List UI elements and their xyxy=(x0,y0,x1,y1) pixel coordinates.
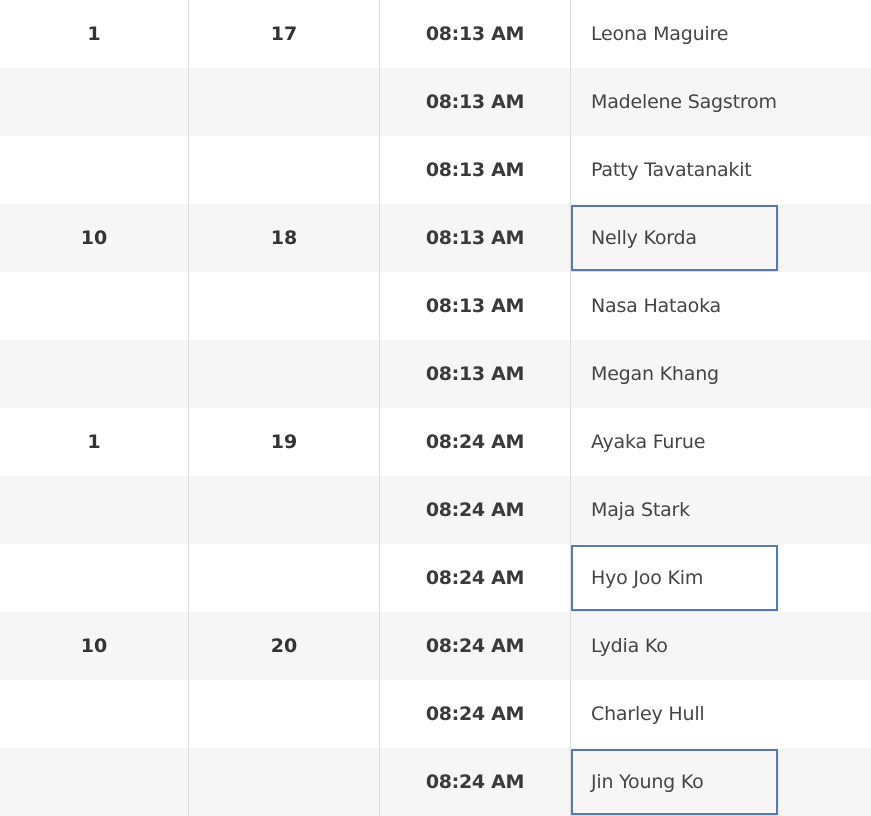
table-row: 08:13 AM Patty Tavatanakit xyxy=(0,136,871,204)
table-row: 08:13 AM Madelene Sagstrom xyxy=(0,68,871,136)
tee-cell xyxy=(0,272,188,340)
player-name[interactable]: Patty Tavatanakit xyxy=(591,159,752,181)
tee-time-cell: 08:13 AM xyxy=(425,227,525,249)
tee-time-cell: 08:13 AM xyxy=(425,159,525,181)
player-name[interactable]: Charley Hull xyxy=(591,703,705,725)
tee-time-cell: 08:13 AM xyxy=(425,295,525,317)
player-name[interactable]: Nasa Hataoka xyxy=(591,295,721,317)
tee-time-cell: 08:13 AM xyxy=(425,23,525,45)
player-name[interactable]: Hyo Joo Kim xyxy=(591,567,703,589)
player-cell[interactable]: Charley Hull xyxy=(571,680,871,748)
table-row: 08:13 AM Megan Khang xyxy=(0,340,871,408)
group-cell xyxy=(189,272,379,340)
tee-time-cell: 08:13 AM xyxy=(425,91,525,113)
player-cell[interactable]: Leona Maguire xyxy=(571,0,871,68)
tee-time-cell: 08:24 AM xyxy=(425,635,525,657)
player-name[interactable]: Leona Maguire xyxy=(591,23,728,45)
tee-cell: 1 xyxy=(87,23,101,45)
player-cell[interactable]: Lydia Ko xyxy=(571,612,871,680)
group-cell xyxy=(189,544,379,612)
group-cell: 17 xyxy=(270,23,298,45)
group-cell xyxy=(189,136,379,204)
player-cell[interactable]: Nasa Hataoka xyxy=(571,272,871,340)
player-cell[interactable]: Maja Stark xyxy=(571,476,871,544)
group-cell xyxy=(189,748,379,816)
tee-cell: 1 xyxy=(87,431,101,453)
table-row: 08:24 AM Charley Hull xyxy=(0,680,871,748)
player-name[interactable]: Jin Young Ko xyxy=(591,771,704,793)
group-cell xyxy=(189,476,379,544)
player-cell[interactable]: Jin Young Ko xyxy=(571,748,871,816)
tee-time-cell: 08:24 AM xyxy=(425,771,525,793)
player-name[interactable]: Nelly Korda xyxy=(591,227,697,249)
tee-times-table: 1 17 08:13 AM Leona Maguire 08:13 AM Mad… xyxy=(0,0,871,816)
table-row: 1 17 08:13 AM Leona Maguire xyxy=(0,0,871,68)
player-cell[interactable]: Nelly Korda xyxy=(571,204,871,272)
player-name[interactable]: Lydia Ko xyxy=(591,635,668,657)
tee-cell xyxy=(0,680,188,748)
tee-cell: 10 xyxy=(80,635,108,657)
group-cell xyxy=(189,340,379,408)
table-row: 08:24 AM Maja Stark xyxy=(0,476,871,544)
column-divider xyxy=(188,0,189,816)
player-name[interactable]: Megan Khang xyxy=(591,363,719,385)
column-divider xyxy=(379,0,380,816)
table-row: 08:24 AM Hyo Joo Kim xyxy=(0,544,871,612)
tee-cell xyxy=(0,340,188,408)
group-cell xyxy=(189,680,379,748)
table-row: 10 20 08:24 AM Lydia Ko xyxy=(0,612,871,680)
table-row: 1 19 08:24 AM Ayaka Furue xyxy=(0,408,871,476)
player-cell[interactable]: Hyo Joo Kim xyxy=(571,544,871,612)
column-divider xyxy=(570,0,571,816)
tee-time-cell: 08:13 AM xyxy=(425,363,525,385)
group-cell: 20 xyxy=(270,635,298,657)
tee-cell xyxy=(0,748,188,816)
group-cell: 19 xyxy=(270,431,298,453)
tee-cell: 10 xyxy=(80,227,108,249)
player-cell[interactable]: Patty Tavatanakit xyxy=(571,136,871,204)
tee-cell xyxy=(0,68,188,136)
player-name[interactable]: Madelene Sagstrom xyxy=(591,91,777,113)
tee-time-cell: 08:24 AM xyxy=(425,567,525,589)
player-cell[interactable]: Ayaka Furue xyxy=(571,408,871,476)
player-name[interactable]: Ayaka Furue xyxy=(591,431,705,453)
player-name[interactable]: Maja Stark xyxy=(591,499,690,521)
tee-time-cell: 08:24 AM xyxy=(425,431,525,453)
player-cell[interactable]: Megan Khang xyxy=(571,340,871,408)
table-row: 10 18 08:13 AM Nelly Korda xyxy=(0,204,871,272)
tee-time-cell: 08:24 AM xyxy=(425,703,525,725)
player-cell[interactable]: Madelene Sagstrom xyxy=(571,68,871,136)
group-cell xyxy=(189,68,379,136)
tee-cell xyxy=(0,136,188,204)
tee-time-cell: 08:24 AM xyxy=(425,499,525,521)
group-cell: 18 xyxy=(270,227,298,249)
tee-cell xyxy=(0,544,188,612)
tee-cell xyxy=(0,476,188,544)
table-row: 08:24 AM Jin Young Ko xyxy=(0,748,871,816)
table-row: 08:13 AM Nasa Hataoka xyxy=(0,272,871,340)
